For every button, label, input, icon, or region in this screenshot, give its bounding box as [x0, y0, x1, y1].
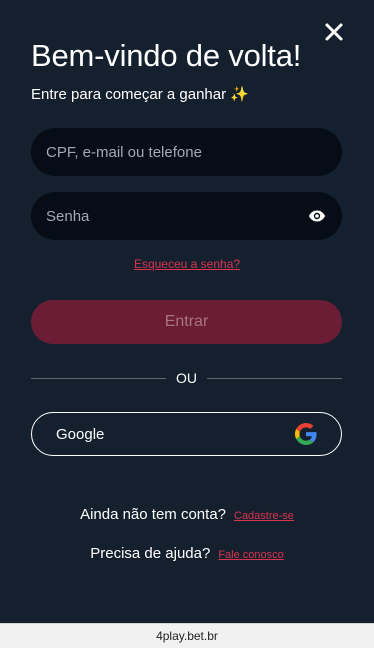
signup-row: Ainda não tem conta? Cadastre-se — [0, 506, 374, 524]
browser-url-bar[interactable]: 4play.bet.br — [0, 623, 374, 648]
page-subtitle: Entre para começar a ganhar ✨ — [31, 86, 249, 103]
divider-label: OU — [176, 370, 197, 386]
or-divider: OU — [31, 369, 342, 387]
divider-line-right — [207, 377, 342, 379]
help-question: Precisa de ajuda? — [90, 545, 211, 562]
page-title: Bem-vindo de volta! — [31, 38, 302, 73]
password-field-container — [31, 192, 342, 240]
username-input[interactable] — [46, 143, 327, 161]
contact-link[interactable]: Fale conosco — [218, 549, 283, 561]
close-icon — [325, 23, 343, 41]
login-modal: Bem-vindo de volta! Entre para começar a… — [0, 0, 374, 648]
divider-line-left — [31, 377, 166, 379]
help-row: Precisa de ajuda? Fale conosco — [0, 545, 374, 563]
eye-icon — [309, 210, 325, 222]
password-input[interactable] — [46, 207, 307, 225]
forgot-password-row: Esqueceu a senha? — [0, 257, 374, 271]
show-password-button[interactable] — [307, 206, 327, 226]
url-text: 4play.bet.br — [156, 629, 218, 643]
forgot-password-link[interactable]: Esqueceu a senha? — [134, 257, 240, 271]
signup-link[interactable]: Cadastre-se — [234, 510, 294, 522]
login-button[interactable]: Entrar — [31, 300, 342, 344]
google-icon — [295, 423, 317, 445]
google-button-label: Google — [56, 425, 105, 443]
signup-question: Ainda não tem conta? — [80, 506, 226, 523]
google-login-button[interactable]: Google — [31, 412, 342, 456]
username-field-container — [31, 128, 342, 176]
close-button[interactable] — [322, 20, 346, 44]
